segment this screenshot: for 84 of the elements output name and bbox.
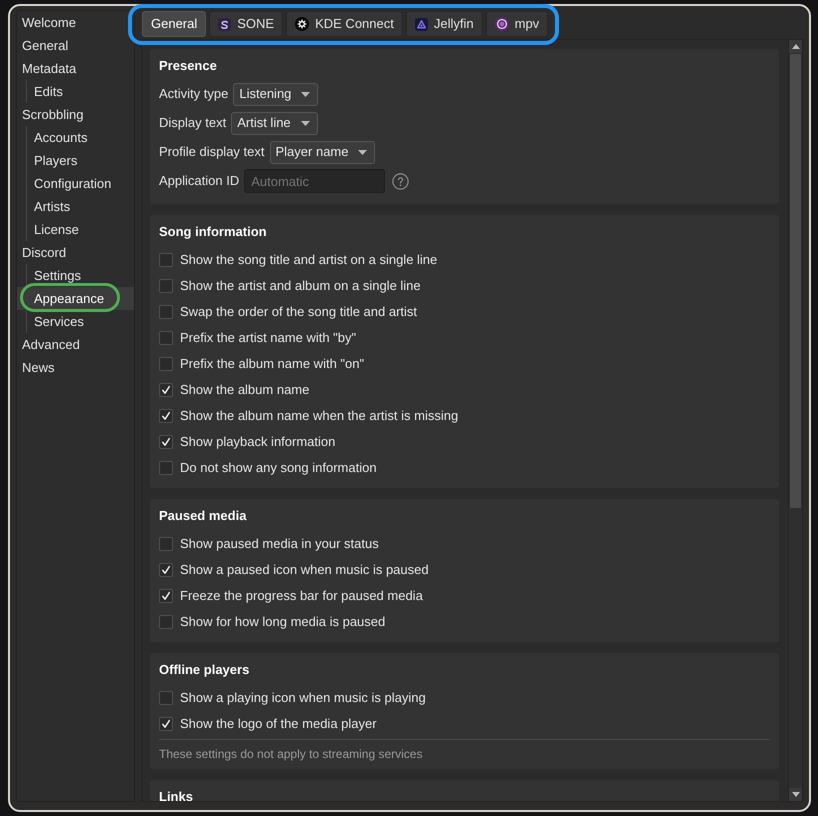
sidebar-item[interactable]: Accounts [17,126,134,149]
note-text: These settings do not apply to streaming services [159,747,424,761]
checkbox[interactable] [159,331,173,345]
field-label: Activity type [159,85,228,104]
sidebar-item[interactable]: Appearance [17,287,134,310]
option-label[interactable]: Prefix the album name with "on" [180,354,364,374]
caret-icon [358,150,368,154]
sidebar-item[interactable]: Advanced [17,333,134,356]
tab[interactable]: mpv [486,11,548,37]
checkbox[interactable] [159,563,173,577]
sidebar-item[interactable]: Settings [17,264,134,287]
option-label[interactable]: Freeze the progress bar for paused media [180,586,423,606]
scroll-up-button[interactable] [789,40,802,53]
option-label[interactable]: Show the artist and album on a single line [180,276,421,296]
tab[interactable]: KDE Connect [286,11,403,37]
option-label[interactable]: Swap the order of the song title and artist [180,302,418,322]
arrow-up-icon [792,44,800,49]
sidebar-item[interactable]: License [17,218,134,241]
checkmark-icon [161,411,171,421]
section-title: Presence [159,58,218,74]
checkbox[interactable] [159,537,173,551]
option-label[interactable]: Show a playing icon when music is playing [180,688,426,708]
sidebar-item[interactable]: Welcome [17,11,134,34]
arrow-down-icon [792,792,800,797]
scroll-down-button[interactable] [789,788,802,801]
sidebar-item[interactable]: Scrobbling [17,103,134,126]
sidebar-item[interactable]: Metadata [17,57,134,80]
checkbox[interactable] [159,305,173,319]
checkmark-icon [161,565,171,575]
checkmark-icon [161,591,171,601]
scrollbar[interactable] [788,40,802,801]
option-label[interactable]: Show the song title and artist on a single line [180,250,438,270]
option-label[interactable]: Show a paused icon when music is paused [180,560,429,580]
sidebar-item[interactable]: Services [17,310,134,333]
checkbox[interactable] [159,383,173,397]
field-label: Profile display text [159,143,264,162]
text-field[interactable]: Automatic [244,169,386,193]
checkbox[interactable] [159,435,173,449]
checkbox[interactable] [159,691,173,705]
option-label[interactable]: Show the album name when the artist is missing [180,406,458,426]
scrollbar-thumb[interactable] [790,54,801,508]
field-label: Display text [159,114,226,132]
sidebar-item[interactable]: Players [17,149,134,172]
ring-icon [494,17,509,31]
sidebar-item[interactable]: Configuration [17,172,134,195]
triangle-icon [414,18,428,30]
checkbox[interactable] [159,615,173,629]
option-label[interactable]: Do not show any song information [180,458,377,478]
checkbox[interactable] [159,409,173,423]
dropdown[interactable]: Listening [233,82,318,106]
option-label[interactable]: Show for how long media is paused [180,612,386,632]
section-title: Paused media [159,508,248,524]
checkbox[interactable] [159,717,173,731]
section-title: Song information [159,224,268,240]
sidebar-item[interactable]: News [17,356,134,379]
option-label[interactable]: Show playback information [180,432,336,452]
sidebar-item[interactable]: Artists [17,195,134,218]
checkmark-icon [161,385,171,395]
tab[interactable]: Jellyfin [406,11,483,37]
option-label[interactable]: Show the logo of the media player [180,714,377,734]
dropdown[interactable]: Artist line [231,112,318,134]
tab[interactable]: General [142,11,206,37]
checkbox[interactable] [159,279,173,293]
sidebar-item[interactable]: Edits [17,80,134,103]
checkbox[interactable] [159,589,173,603]
checkbox[interactable] [159,357,173,371]
checkbox[interactable] [159,461,173,475]
option-label[interactable]: Prefix the artist name with "by" [180,328,356,348]
gear-icon [295,17,310,31]
caret-icon [300,120,310,126]
caret-icon [301,92,310,96]
tab[interactable]: SONE [209,11,284,37]
section-title: Links [159,789,194,801]
checkmark-icon [161,719,171,729]
checkbox[interactable] [159,253,173,267]
sidebar-item[interactable]: Discord [17,241,134,264]
checkmark-icon [161,437,171,447]
sidebar-item[interactable]: General [17,34,134,57]
option-label[interactable]: Show the album name [180,380,310,400]
field-label: Application ID [159,172,240,190]
tile-icon [218,18,232,30]
option-label[interactable]: Show paused media in your status [180,534,379,554]
section-title: Offline players [159,662,250,678]
dropdown[interactable]: Player name [270,140,376,164]
